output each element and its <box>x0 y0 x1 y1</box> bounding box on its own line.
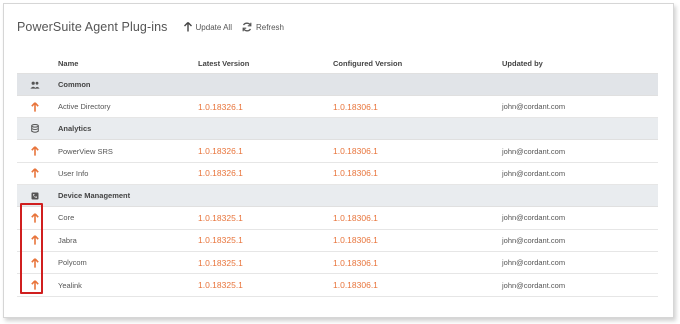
configured-version: 1.0.18306.1 <box>333 235 378 246</box>
latest-version: 1.0.18326.1 <box>198 101 243 112</box>
column-header-updated-by[interactable]: Updated by <box>502 59 543 68</box>
latest-version: 1.0.18326.1 <box>198 168 243 179</box>
column-header-configured[interactable]: Configured Version <box>333 59 402 68</box>
users-icon <box>25 81 45 89</box>
group-row-analytics[interactable]: Analytics <box>17 118 658 141</box>
plugins-panel: PowerSuite Agent Plug-ins Update All Ref… <box>3 3 674 318</box>
plugin-name: Active Directory <box>58 102 111 112</box>
highlight-box <box>20 203 43 294</box>
table-row[interactable]: Core 1.0.18325.1 1.0.18306.1 john@cordan… <box>17 207 658 230</box>
plugin-name: Polycom <box>58 258 87 268</box>
refresh-button[interactable]: Refresh <box>242 22 284 32</box>
arrow-up-icon <box>183 22 192 32</box>
table-row[interactable]: Polycom 1.0.18325.1 1.0.18306.1 john@cor… <box>17 252 658 275</box>
update-arrow-icon[interactable] <box>25 101 45 112</box>
configured-version: 1.0.18306.1 <box>333 280 378 291</box>
column-header-latest[interactable]: Latest Version <box>198 59 249 68</box>
column-header-name[interactable]: Name <box>58 59 78 68</box>
latest-version: 1.0.18325.1 <box>198 235 243 246</box>
group-name: Analytics <box>58 124 92 134</box>
table-row[interactable]: Jabra 1.0.18325.1 1.0.18306.1 john@corda… <box>17 230 658 252</box>
plugin-name: Jabra <box>58 235 77 245</box>
table-row[interactable]: Yealink 1.0.18325.1 1.0.18306.1 john@cor… <box>17 274 658 297</box>
group-row-device-management[interactable]: Device Management <box>17 185 658 208</box>
group-row-common[interactable]: Common <box>17 74 658 96</box>
plugin-name: Core <box>58 213 75 223</box>
table-row[interactable]: PowerView SRS 1.0.18326.1 1.0.18306.1 jo… <box>17 140 658 163</box>
updated-by: john@cordant.com <box>502 280 566 290</box>
plugins-table: Name Latest Version Configured Version U… <box>17 54 658 297</box>
updated-by: john@cordant.com <box>502 213 566 223</box>
update-arrow-icon[interactable] <box>25 168 45 179</box>
table-row[interactable]: Active Directory 1.0.18326.1 1.0.18306.1… <box>17 96 658 119</box>
plugin-name: Yealink <box>58 280 82 290</box>
latest-version: 1.0.18326.1 <box>198 146 243 157</box>
configured-version: 1.0.18306.1 <box>333 168 378 179</box>
latest-version: 1.0.18325.1 <box>198 257 243 268</box>
page-title: PowerSuite Agent Plug-ins <box>17 20 168 34</box>
panel-header: PowerSuite Agent Plug-ins Update All Ref… <box>17 20 284 34</box>
configured-version: 1.0.18306.1 <box>333 212 378 223</box>
plugin-name: User Info <box>58 168 89 178</box>
table-row[interactable]: User Info 1.0.18326.1 1.0.18306.1 john@c… <box>17 163 658 186</box>
updated-by: john@cordant.com <box>502 168 566 178</box>
group-name: Common <box>58 80 91 89</box>
group-name: Device Management <box>58 191 131 201</box>
configured-version: 1.0.18306.1 <box>333 101 378 112</box>
configured-version: 1.0.18306.1 <box>333 146 378 157</box>
updated-by: john@cordant.com <box>502 235 566 245</box>
phone-icon <box>25 192 45 200</box>
update-arrow-icon[interactable] <box>25 146 45 156</box>
update-all-label: Update All <box>195 22 232 32</box>
refresh-label: Refresh <box>255 22 284 32</box>
database-icon <box>25 124 45 134</box>
updated-by: john@cordant.com <box>502 146 566 156</box>
updated-by: john@cordant.com <box>502 102 566 112</box>
updated-by: john@cordant.com <box>502 258 566 268</box>
configured-version: 1.0.18306.1 <box>333 257 378 268</box>
latest-version: 1.0.18325.1 <box>198 212 243 223</box>
plugin-name: PowerView SRS <box>58 146 113 156</box>
table-header: Name Latest Version Configured Version U… <box>17 54 658 74</box>
refresh-icon <box>242 22 252 32</box>
latest-version: 1.0.18325.1 <box>198 280 243 291</box>
update-all-button[interactable]: Update All <box>183 22 232 32</box>
